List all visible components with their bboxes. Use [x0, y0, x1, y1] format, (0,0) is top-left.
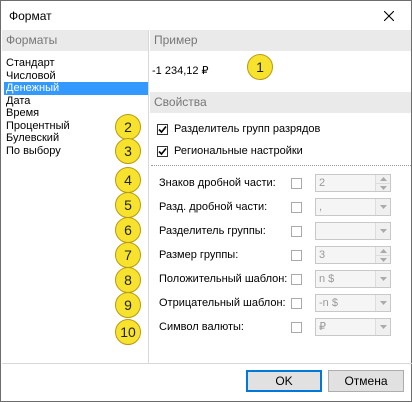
negative-pattern-label: Отрицательный шаблон:: [159, 297, 286, 309]
currency-symbol-label: Символ валюты:: [159, 321, 244, 333]
callout-badge-5: 5: [115, 192, 141, 218]
format-item-numeric[interactable]: Числовой: [4, 70, 148, 83]
spin-down-icon[interactable]: [376, 183, 390, 191]
group-separator-field-label: Разделитель группы:: [159, 225, 266, 237]
formats-header: Форматы: [2, 30, 148, 51]
dialog-title: Формат: [9, 9, 52, 23]
callout-badge-8: 8: [115, 267, 141, 293]
group-size-label: Размер группы:: [159, 249, 239, 261]
positive-pattern-row: Положительный шаблон: n $: [159, 270, 409, 288]
negative-pattern-dropdown[interactable]: -n $: [315, 294, 391, 312]
format-item-currency[interactable]: Денежный: [4, 82, 148, 95]
negative-pattern-row: Отрицательный шаблон: -n $: [159, 294, 409, 312]
callout-badge-9: 9: [115, 292, 141, 318]
decimal-separator-value: ,: [319, 201, 323, 213]
group-size-spinner[interactable]: 3: [315, 246, 391, 264]
properties-header: Свойства: [150, 92, 411, 113]
callout-badge-6: 6: [115, 217, 141, 243]
ok-button[interactable]: OK: [246, 370, 322, 392]
callout-badge-2: 2: [115, 114, 141, 140]
sample-header: Пример: [150, 30, 411, 51]
spin-down-icon[interactable]: [376, 255, 390, 263]
format-item-standard[interactable]: Стандарт: [4, 57, 148, 70]
decimal-places-row: Знаков дробной части: 2: [159, 174, 409, 192]
group-separator-checkbox[interactable]: [157, 123, 168, 135]
chevron-down-icon[interactable]: [375, 295, 390, 311]
callout-badge-10: 10: [115, 319, 141, 345]
decimal-separator-checkbox[interactable]: [291, 201, 302, 213]
regional-settings-option[interactable]: Региональные настройки: [157, 145, 303, 157]
format-dialog: Формат Форматы Стандарт Числовой Денежны…: [0, 0, 412, 402]
group-separator-option[interactable]: Разделитель групп разрядов: [157, 123, 320, 135]
callout-badge-7: 7: [115, 242, 141, 268]
regional-settings-label: Региональные настройки: [174, 145, 303, 157]
group-size-value: 3: [319, 249, 326, 261]
settings-panel: Пример -1 234,12 ₽ Свойства Разделитель …: [150, 30, 411, 363]
chevron-down-icon[interactable]: [375, 223, 390, 239]
decimal-places-spinner[interactable]: 2: [315, 174, 391, 192]
close-icon: [384, 10, 394, 21]
positive-pattern-dropdown[interactable]: n $: [315, 270, 391, 288]
currency-symbol-value: ₽: [319, 321, 326, 333]
positive-pattern-label: Положительный шаблон:: [159, 273, 288, 285]
group-separator-field-checkbox[interactable]: [291, 225, 302, 237]
footer-divider: [2, 363, 412, 364]
group-separator-dropdown[interactable]: [315, 222, 391, 240]
positive-pattern-checkbox[interactable]: [291, 273, 302, 285]
currency-symbol-row: Символ валюты: ₽: [159, 318, 409, 336]
chevron-down-icon[interactable]: [375, 199, 390, 215]
callout-badge-4: 4: [115, 167, 141, 193]
chevron-down-icon[interactable]: [375, 271, 390, 287]
group-size-checkbox[interactable]: [291, 249, 302, 261]
chevron-down-icon[interactable]: [375, 319, 390, 335]
negative-pattern-value: -n $: [319, 297, 338, 309]
sample-value: -1 234,12 ₽: [152, 65, 209, 77]
decimal-separator-row: Разд. дробной части: ,: [159, 198, 409, 216]
currency-symbol-dropdown[interactable]: ₽: [315, 318, 391, 336]
decimal-separator-dropdown[interactable]: ,: [315, 198, 391, 216]
currency-symbol-checkbox[interactable]: [291, 321, 302, 333]
callout-badge-3: 3: [115, 138, 141, 164]
callout-badge-1: 1: [247, 54, 273, 80]
format-item-date[interactable]: Дата: [4, 95, 148, 108]
group-separator-row: Разделитель группы:: [159, 222, 409, 240]
regional-settings-checkbox[interactable]: [157, 145, 168, 157]
close-button[interactable]: [367, 1, 411, 30]
title-bar: Формат: [1, 1, 411, 30]
spinner-buttons[interactable]: [375, 247, 390, 263]
cancel-button[interactable]: Отмена: [328, 370, 404, 392]
spin-up-icon[interactable]: [376, 247, 390, 255]
positive-pattern-value: n $: [319, 273, 335, 285]
group-size-row: Размер группы: 3: [159, 246, 409, 264]
decimal-places-value: 2: [319, 177, 326, 189]
decimal-places-checkbox[interactable]: [291, 177, 302, 189]
spinner-buttons[interactable]: [375, 175, 390, 191]
decimal-places-label: Знаков дробной части:: [159, 177, 276, 189]
properties-divider: [151, 165, 411, 166]
checkmark-icon: [158, 125, 167, 133]
negative-pattern-checkbox[interactable]: [291, 297, 302, 309]
checkmark-icon: [158, 147, 167, 155]
decimal-separator-label: Разд. дробной части:: [159, 201, 268, 213]
spin-up-icon[interactable]: [376, 175, 390, 183]
group-separator-label: Разделитель групп разрядов: [174, 123, 321, 135]
